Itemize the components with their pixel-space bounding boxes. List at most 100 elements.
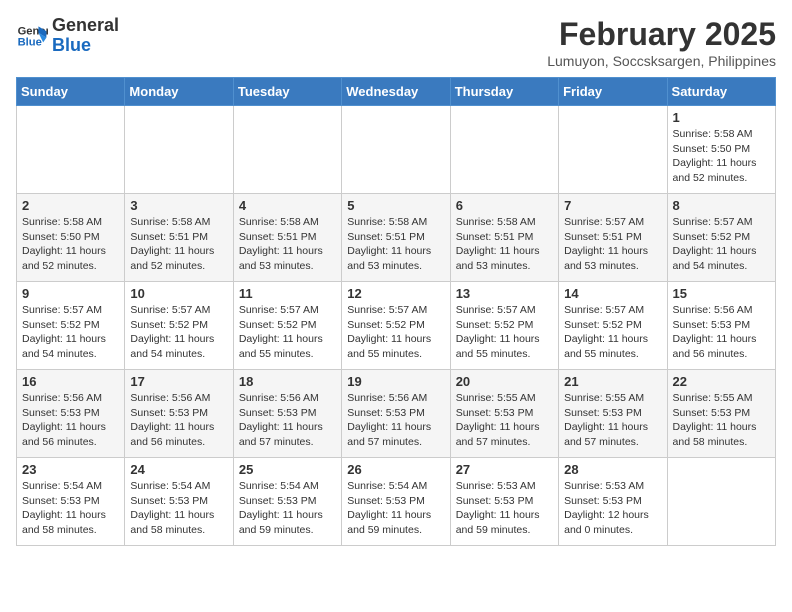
calendar-cell: 5Sunrise: 5:58 AM Sunset: 5:51 PM Daylig… xyxy=(342,194,450,282)
day-info: Sunrise: 5:57 AM Sunset: 5:52 PM Dayligh… xyxy=(130,303,227,362)
calendar-cell: 28 Sunrise: 5:53 AM Sunset: 5:53 PM Dayli… xyxy=(559,458,667,546)
calendar-cell: 27 Sunrise: 5:53 AM Sunset: 5:53 PM Dayli… xyxy=(450,458,558,546)
day-info: Sunrise: 5:58 AM Sunset: 5:50 PM Dayligh… xyxy=(673,127,770,186)
day-number: 25 xyxy=(239,462,336,477)
calendar-cell: 15 Sunrise: 5:56 AM Sunset: 5:53 PM Dayli… xyxy=(667,282,775,370)
calendar-table: SundayMondayTuesdayWednesdayThursdayFrid… xyxy=(16,77,776,546)
day-info: Sunrise: 5:56 AM Sunset: 5:53 PM Dayligh… xyxy=(130,391,227,450)
day-info: Sunrise: 5:57 AM Sunset: 5:52 PM Dayligh… xyxy=(239,303,336,362)
logo-icon: General Blue xyxy=(16,20,48,52)
day-info: Sunrise: 5:53 AM Sunset: 5:53 PM Dayligh… xyxy=(456,479,553,538)
day-info: Sunrise: 5:54 AM Sunset: 5:53 PM Dayligh… xyxy=(130,479,227,538)
day-number: 1 xyxy=(673,110,770,125)
day-number: 20 xyxy=(456,374,553,389)
calendar-cell: 8 Sunrise: 5:57 AM Sunset: 5:52 PM Daylig… xyxy=(667,194,775,282)
calendar-week-row: 23 Sunrise: 5:54 AM Sunset: 5:53 PM Dayli… xyxy=(17,458,776,546)
day-info: Sunrise: 5:54 AM Sunset: 5:53 PM Dayligh… xyxy=(22,479,119,538)
calendar-cell: 4 Sunrise: 5:58 AM Sunset: 5:51 PM Daylig… xyxy=(233,194,341,282)
calendar-cell xyxy=(450,106,558,194)
day-info: Sunrise: 5:57 AM Sunset: 5:52 PM Dayligh… xyxy=(564,303,661,362)
day-number: 14 xyxy=(564,286,661,301)
calendar-cell: 12 Sunrise: 5:57 AM Sunset: 5:52 PM Dayli… xyxy=(342,282,450,370)
day-number: 16 xyxy=(22,374,119,389)
day-number: 15 xyxy=(673,286,770,301)
calendar-cell xyxy=(233,106,341,194)
calendar-cell: 11 Sunrise: 5:57 AM Sunset: 5:52 PM Dayli… xyxy=(233,282,341,370)
calendar-cell: 7Sunrise: 5:57 AM Sunset: 5:51 PM Daylig… xyxy=(559,194,667,282)
calendar-cell xyxy=(342,106,450,194)
calendar-cell xyxy=(667,458,775,546)
calendar-cell: 24 Sunrise: 5:54 AM Sunset: 5:53 PM Dayli… xyxy=(125,458,233,546)
day-info: Sunrise: 5:55 AM Sunset: 5:53 PM Dayligh… xyxy=(564,391,661,450)
weekday-header: Wednesday xyxy=(342,78,450,106)
day-number: 21 xyxy=(564,374,661,389)
calendar-cell: 19 Sunrise: 5:56 AM Sunset: 5:53 PM Dayli… xyxy=(342,370,450,458)
day-number: 6 xyxy=(456,198,553,213)
day-info: Sunrise: 5:55 AM Sunset: 5:53 PM Dayligh… xyxy=(673,391,770,450)
day-number: 8 xyxy=(673,198,770,213)
day-info: Sunrise: 5:58 AM Sunset: 5:51 PM Dayligh… xyxy=(456,215,553,274)
month-title: February 2025 xyxy=(547,16,776,53)
day-info: Sunrise: 5:53 AM Sunset: 5:53 PM Dayligh… xyxy=(564,479,661,538)
calendar-week-row: 2Sunrise: 5:58 AM Sunset: 5:50 PM Daylig… xyxy=(17,194,776,282)
day-number: 24 xyxy=(130,462,227,477)
day-number: 19 xyxy=(347,374,444,389)
calendar-cell: 2Sunrise: 5:58 AM Sunset: 5:50 PM Daylig… xyxy=(17,194,125,282)
day-number: 12 xyxy=(347,286,444,301)
day-number: 23 xyxy=(22,462,119,477)
day-info: Sunrise: 5:57 AM Sunset: 5:52 PM Dayligh… xyxy=(347,303,444,362)
weekday-header: Friday xyxy=(559,78,667,106)
day-number: 18 xyxy=(239,374,336,389)
calendar-cell: 21 Sunrise: 5:55 AM Sunset: 5:53 PM Dayli… xyxy=(559,370,667,458)
day-info: Sunrise: 5:57 AM Sunset: 5:52 PM Dayligh… xyxy=(456,303,553,362)
title-area: February 2025 Lumuyon, Soccsksargen, Phi… xyxy=(547,16,776,69)
calendar-cell: 22 Sunrise: 5:55 AM Sunset: 5:53 PM Dayli… xyxy=(667,370,775,458)
calendar-cell: 23 Sunrise: 5:54 AM Sunset: 5:53 PM Dayli… xyxy=(17,458,125,546)
day-info: Sunrise: 5:54 AM Sunset: 5:53 PM Dayligh… xyxy=(347,479,444,538)
day-info: Sunrise: 5:56 AM Sunset: 5:53 PM Dayligh… xyxy=(347,391,444,450)
logo: General Blue General Blue xyxy=(16,16,119,56)
page-header: General Blue General Blue February 2025 … xyxy=(16,16,776,69)
day-number: 10 xyxy=(130,286,227,301)
calendar-week-row: 1 Sunrise: 5:58 AM Sunset: 5:50 PM Daylig… xyxy=(17,106,776,194)
calendar-cell: 26 Sunrise: 5:54 AM Sunset: 5:53 PM Dayli… xyxy=(342,458,450,546)
day-number: 26 xyxy=(347,462,444,477)
day-number: 2 xyxy=(22,198,119,213)
calendar-cell xyxy=(17,106,125,194)
calendar-cell: 18 Sunrise: 5:56 AM Sunset: 5:53 PM Dayli… xyxy=(233,370,341,458)
day-info: Sunrise: 5:58 AM Sunset: 5:51 PM Dayligh… xyxy=(239,215,336,274)
day-number: 28 xyxy=(564,462,661,477)
calendar-cell: 13 Sunrise: 5:57 AM Sunset: 5:52 PM Dayli… xyxy=(450,282,558,370)
calendar-cell: 17Sunrise: 5:56 AM Sunset: 5:53 PM Dayli… xyxy=(125,370,233,458)
day-number: 22 xyxy=(673,374,770,389)
calendar-cell: 3 Sunrise: 5:58 AM Sunset: 5:51 PM Daylig… xyxy=(125,194,233,282)
weekday-header: Tuesday xyxy=(233,78,341,106)
calendar-cell: 10 Sunrise: 5:57 AM Sunset: 5:52 PM Dayli… xyxy=(125,282,233,370)
day-number: 13 xyxy=(456,286,553,301)
day-info: Sunrise: 5:56 AM Sunset: 5:53 PM Dayligh… xyxy=(22,391,119,450)
calendar-cell: 9 Sunrise: 5:57 AM Sunset: 5:52 PM Daylig… xyxy=(17,282,125,370)
day-info: Sunrise: 5:54 AM Sunset: 5:53 PM Dayligh… xyxy=(239,479,336,538)
calendar-cell: 1 Sunrise: 5:58 AM Sunset: 5:50 PM Daylig… xyxy=(667,106,775,194)
day-info: Sunrise: 5:55 AM Sunset: 5:53 PM Dayligh… xyxy=(456,391,553,450)
day-number: 4 xyxy=(239,198,336,213)
day-number: 27 xyxy=(456,462,553,477)
location-subtitle: Lumuyon, Soccsksargen, Philippines xyxy=(547,53,776,69)
day-info: Sunrise: 5:56 AM Sunset: 5:53 PM Dayligh… xyxy=(673,303,770,362)
day-info: Sunrise: 5:58 AM Sunset: 5:51 PM Dayligh… xyxy=(130,215,227,274)
day-info: Sunrise: 5:57 AM Sunset: 5:52 PM Dayligh… xyxy=(22,303,119,362)
day-info: Sunrise: 5:57 AM Sunset: 5:52 PM Dayligh… xyxy=(673,215,770,274)
day-number: 7 xyxy=(564,198,661,213)
weekday-header: Thursday xyxy=(450,78,558,106)
day-number: 11 xyxy=(239,286,336,301)
day-number: 3 xyxy=(130,198,227,213)
calendar-week-row: 9 Sunrise: 5:57 AM Sunset: 5:52 PM Daylig… xyxy=(17,282,776,370)
day-info: Sunrise: 5:56 AM Sunset: 5:53 PM Dayligh… xyxy=(239,391,336,450)
weekday-header: Monday xyxy=(125,78,233,106)
day-number: 9 xyxy=(22,286,119,301)
calendar-cell xyxy=(559,106,667,194)
calendar-week-row: 16 Sunrise: 5:56 AM Sunset: 5:53 PM Dayli… xyxy=(17,370,776,458)
day-number: 5 xyxy=(347,198,444,213)
calendar-cell: 25 Sunrise: 5:54 AM Sunset: 5:53 PM Dayli… xyxy=(233,458,341,546)
calendar-cell: 6 Sunrise: 5:58 AM Sunset: 5:51 PM Daylig… xyxy=(450,194,558,282)
